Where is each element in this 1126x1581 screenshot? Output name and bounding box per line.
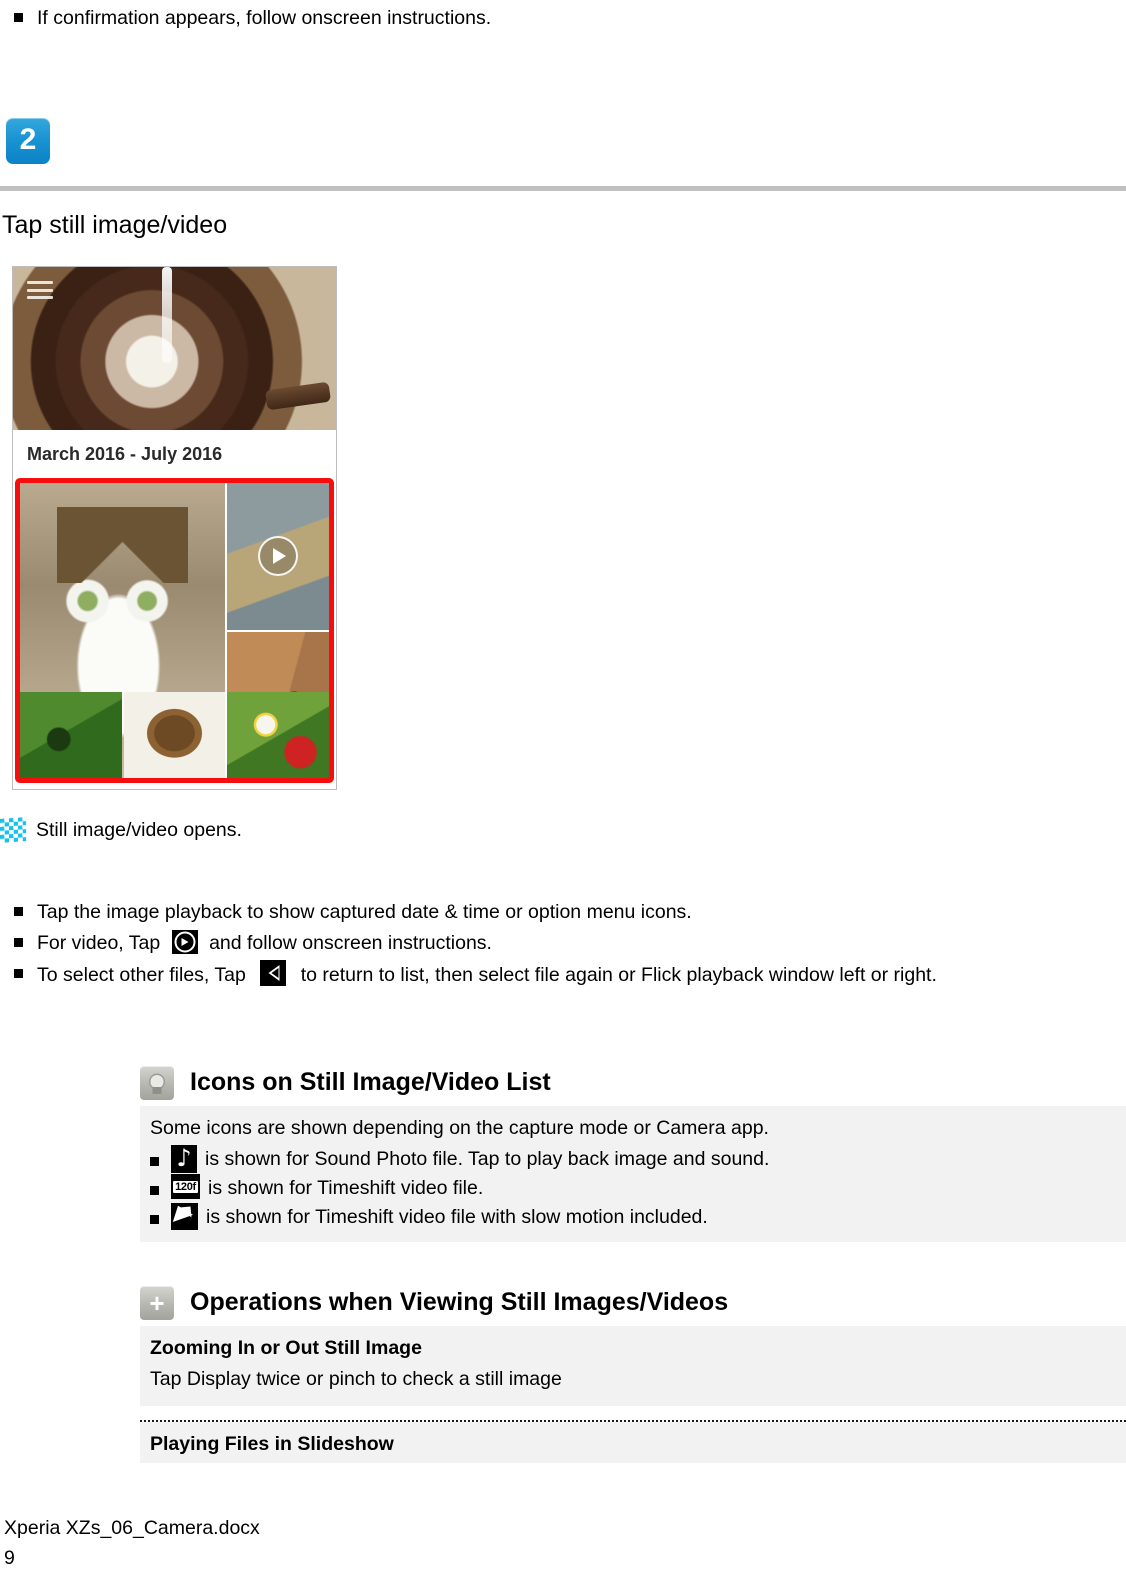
result-text: Still image/video opens. — [36, 818, 242, 841]
note-text-after: and follow onscreen instructions. — [209, 932, 492, 954]
thumbnail-coffee-cup-photo[interactable] — [123, 692, 226, 778]
tip-section-body: Some icons are shown depending on the ca… — [140, 1106, 1126, 1242]
section-divider — [0, 186, 1126, 191]
square-bullet-icon — [14, 969, 23, 978]
timeshift-120f-label: 120f — [173, 1180, 198, 1193]
tip-list-item: is shown for Timeshift video file with s… — [150, 1203, 1116, 1231]
highlighted-thumbnail-grid[interactable] — [15, 478, 334, 783]
plus-icon: + — [140, 1286, 174, 1320]
tip-row-zoom: Zooming In or Out Still Image Tap Displa… — [140, 1326, 1126, 1406]
tip-section-operations: + Operations when Viewing Still Images/V… — [140, 1286, 1126, 1463]
tip-row-body: Tap Display twice or pinch to check a st… — [150, 1368, 562, 1390]
tip-row-subtitle: Zooming In or Out Still Image — [150, 1337, 422, 1359]
tip-section-title: Operations when Viewing Still Images/Vid… — [190, 1288, 729, 1317]
play-icon — [171, 930, 198, 954]
tip-list-item-text: is shown for Timeshift video file. — [208, 1177, 484, 1199]
square-bullet-icon — [150, 1215, 159, 1224]
square-bullet-icon — [150, 1157, 159, 1166]
document-page: If confirmation appears, follow onscreen… — [0, 0, 1126, 1581]
note-item: To select other files, Tap to return to … — [14, 960, 1118, 989]
note-text: Tap the image playback to show captured … — [37, 901, 692, 923]
tip-section-header: + Operations when Viewing Still Images/V… — [140, 1286, 1126, 1320]
footer-filename: Xperia XZs_06_Camera.docx — [4, 1517, 260, 1539]
square-bullet-icon — [14, 907, 23, 916]
screenshot-date-range-caption: March 2016 - July 2016 — [13, 430, 336, 478]
hamburger-icon[interactable] — [27, 281, 53, 299]
play-icon — [257, 536, 298, 577]
notes-list: Tap the image playback to show captured … — [14, 898, 1118, 992]
lightbulb-icon — [140, 1066, 174, 1100]
note-item: For video, Tap and follow onscreen instr… — [14, 929, 1118, 957]
slow-motion-bird-icon — [171, 1203, 198, 1230]
tip-row-subtitle: Playing Files in Slideshow — [150, 1433, 394, 1455]
timeshift-120f-icon: 120f — [171, 1174, 200, 1199]
footer-page-number: 9 — [4, 1547, 15, 1569]
tip-section-title: Icons on Still Image/Video List — [190, 1068, 551, 1097]
square-bullet-icon — [150, 1186, 159, 1195]
page-footer: Xperia XZs_06_Camera.docx 9 — [4, 1513, 260, 1573]
back-arrow-icon — [260, 960, 287, 986]
hero-coffee-image — [13, 267, 336, 430]
square-bullet-icon — [14, 13, 23, 22]
thumbnail-strawberry-photo[interactable] — [227, 692, 329, 778]
note-text-before: To select other files, Tap — [37, 964, 246, 986]
note-text-after: to return to list, then select file agai… — [300, 964, 937, 986]
step-heading: Tap still image/video — [2, 211, 228, 239]
result-line: Still image/video opens. — [0, 817, 242, 843]
music-note-icon — [171, 1145, 197, 1173]
tip-section-header: Icons on Still Image/Video List — [140, 1066, 1126, 1100]
thumbnail-bitter-gourd-photo[interactable] — [20, 692, 122, 778]
note-item: Tap the image playback to show captured … — [14, 898, 1118, 926]
tip-section-intro: Some icons are shown depending on the ca… — [150, 1117, 769, 1139]
tip-list-item: is shown for Sound Photo file. Tap to pl… — [150, 1145, 1116, 1173]
top-note-bullet: If confirmation appears, follow onscreen… — [14, 4, 491, 32]
thumbnail-grid-bottom-row — [20, 692, 329, 778]
square-bullet-icon — [14, 938, 23, 947]
top-note-text: If confirmation appears, follow onscreen… — [37, 7, 492, 29]
tip-list-item: 120f is shown for Timeshift video file. — [150, 1174, 1116, 1202]
phone-screenshot: March 2016 - July 2016 — [12, 266, 337, 790]
checkered-flag-icon — [0, 817, 26, 843]
note-text: For video, Tap and follow onscreen instr… — [37, 929, 492, 957]
thumbnail-cat-video[interactable] — [226, 483, 329, 630]
tip-section-icons: Icons on Still Image/Video List Some ico… — [140, 1066, 1126, 1242]
tip-list-item-text: is shown for Sound Photo file. Tap to pl… — [205, 1148, 770, 1170]
tip-list-item-text: is shown for Timeshift video file with s… — [206, 1206, 708, 1228]
step-number-badge: 2 — [6, 118, 50, 164]
tip-row-slideshow: Playing Files in Slideshow — [140, 1422, 1126, 1463]
note-text-before: For video, Tap — [37, 932, 161, 954]
note-text: To select other files, Tap to return to … — [37, 960, 937, 989]
